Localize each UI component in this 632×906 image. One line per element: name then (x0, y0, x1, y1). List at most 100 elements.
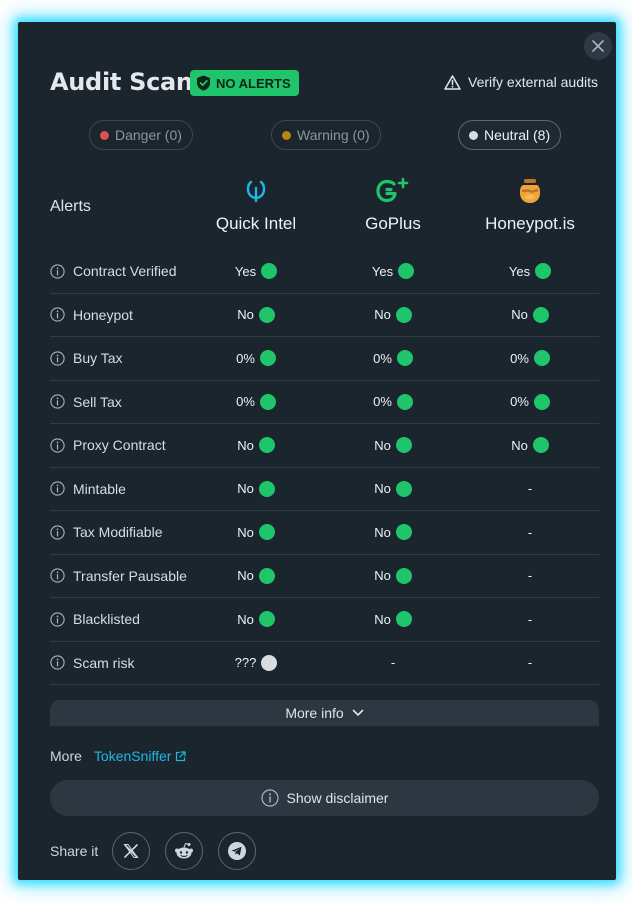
row-label-text: Mintable (73, 480, 126, 497)
warning-dot-icon (282, 130, 291, 140)
result-cell: Yes (460, 263, 600, 280)
no-alerts-badge: NO ALERTS (190, 70, 299, 96)
more-row: More TokenSniffer (50, 748, 187, 764)
status-dot-ok-icon (261, 263, 278, 280)
more-info-label: More info (285, 705, 344, 721)
result-value: No (237, 481, 254, 497)
result-cell: No (323, 437, 463, 454)
result-value: No (374, 524, 391, 540)
status-dot-ok-icon (395, 306, 412, 323)
info-icon[interactable] (50, 525, 65, 540)
result-cell: No (323, 306, 463, 323)
badge-label: NO ALERTS (216, 75, 291, 91)
result-value: No (237, 307, 254, 323)
provider-name: Honeypot.is (485, 214, 575, 233)
result-cell: 0% (323, 393, 463, 410)
result-cell: No (186, 524, 326, 541)
result-value: No (237, 437, 254, 453)
result-value: No (237, 568, 254, 584)
result-cell: - (323, 655, 463, 670)
share-reddit-button[interactable] (165, 832, 204, 870)
info-icon[interactable] (50, 612, 65, 627)
more-label: More (50, 748, 82, 764)
row-label: Blacklisted (50, 611, 140, 627)
tokensniffer-link-label: TokenSniffer (93, 748, 172, 764)
result-cell: No (186, 437, 326, 454)
row-label-text: Transfer Pausable (73, 567, 187, 584)
provider-honeypot: Honeypot.is (460, 176, 600, 234)
result-cell: No (186, 567, 326, 584)
result-value: No (511, 437, 528, 453)
status-dot-ok-icon (258, 480, 275, 497)
filter-danger[interactable]: Danger (0) (89, 120, 193, 150)
status-dot-ok-icon (532, 437, 549, 454)
result-value: ??? (234, 655, 257, 671)
result-value: No (374, 568, 391, 584)
honeypot-jar-logo-icon (520, 179, 540, 203)
result-value: No (511, 307, 528, 323)
result-value: - (527, 655, 533, 671)
result-cell: - (460, 568, 600, 583)
info-icon[interactable] (50, 438, 65, 453)
audit-table: Contract Verified Yes Yes Yes Honeypot No No No… (50, 250, 599, 685)
result-cell: - (460, 481, 600, 496)
table-row: Proxy Contract No No No (50, 424, 599, 468)
close-icon (592, 40, 604, 52)
provider-quick-intel: Quick Intel (186, 176, 326, 234)
result-cell: No (323, 567, 463, 584)
row-label-text: Blacklisted (73, 611, 140, 628)
result-value: - (390, 655, 396, 671)
status-dot-ok-icon (259, 350, 276, 367)
result-cell: No (460, 306, 600, 323)
result-cell: Yes (323, 263, 463, 280)
result-cell: - (460, 612, 600, 627)
result-value: - (527, 611, 533, 627)
result-value: - (527, 481, 533, 497)
result-value: 0% (373, 394, 392, 410)
status-dot-ok-icon (396, 350, 413, 367)
info-icon[interactable] (50, 394, 65, 409)
table-row: Honeypot No No No (50, 294, 600, 337)
status-dot-ok-icon (395, 611, 412, 628)
show-disclaimer-button[interactable]: Show disclaimer (50, 780, 599, 816)
result-cell: No (186, 306, 326, 323)
table-row: Buy Tax 0% 0% 0% (50, 337, 599, 381)
verify-external-audits-label: Verify external audits (468, 74, 598, 90)
share-row: Share it (50, 832, 271, 870)
result-cell: No (323, 611, 463, 628)
info-icon[interactable] (50, 307, 65, 322)
info-icon[interactable] (50, 264, 65, 279)
tokensniffer-link[interactable]: TokenSniffer (94, 748, 187, 764)
result-cell: 0% (186, 393, 326, 410)
info-icon[interactable] (50, 568, 65, 583)
more-info-button[interactable]: More info (50, 700, 599, 726)
result-value: No (374, 307, 391, 323)
quick-intel-logo-icon (246, 180, 266, 203)
status-dot-ok-icon (395, 567, 412, 584)
provider-name: GoPlus (365, 214, 421, 233)
table-row: Mintable No No - (50, 468, 600, 511)
result-cell: No (323, 524, 463, 541)
result-cell: - (460, 525, 600, 540)
info-icon[interactable] (50, 481, 65, 496)
close-button[interactable] (584, 32, 612, 60)
verify-external-audits-link[interactable]: Verify external audits (444, 74, 598, 90)
row-label: Honeypot (50, 307, 133, 323)
row-label-text: Scam risk (73, 654, 135, 671)
share-x-button[interactable] (112, 832, 151, 870)
result-value: No (237, 611, 254, 627)
filter-neutral[interactable]: Neutral (8) (458, 120, 562, 150)
result-value: 0% (236, 350, 255, 366)
share-telegram-button[interactable] (218, 832, 257, 870)
status-dot-ok-icon (533, 393, 550, 410)
show-disclaimer-label: Show disclaimer (286, 790, 389, 806)
table-row: Transfer Pausable No No - (50, 555, 600, 598)
filter-warning[interactable]: Warning (0) (271, 120, 381, 150)
table-row: Contract Verified Yes Yes Yes (50, 250, 599, 294)
info-icon[interactable] (50, 655, 65, 670)
result-cell: Yes (186, 263, 326, 280)
row-label: Contract Verified (50, 263, 177, 279)
result-cell: - (460, 655, 600, 670)
info-icon[interactable] (50, 351, 65, 366)
result-value: 0% (510, 394, 529, 410)
